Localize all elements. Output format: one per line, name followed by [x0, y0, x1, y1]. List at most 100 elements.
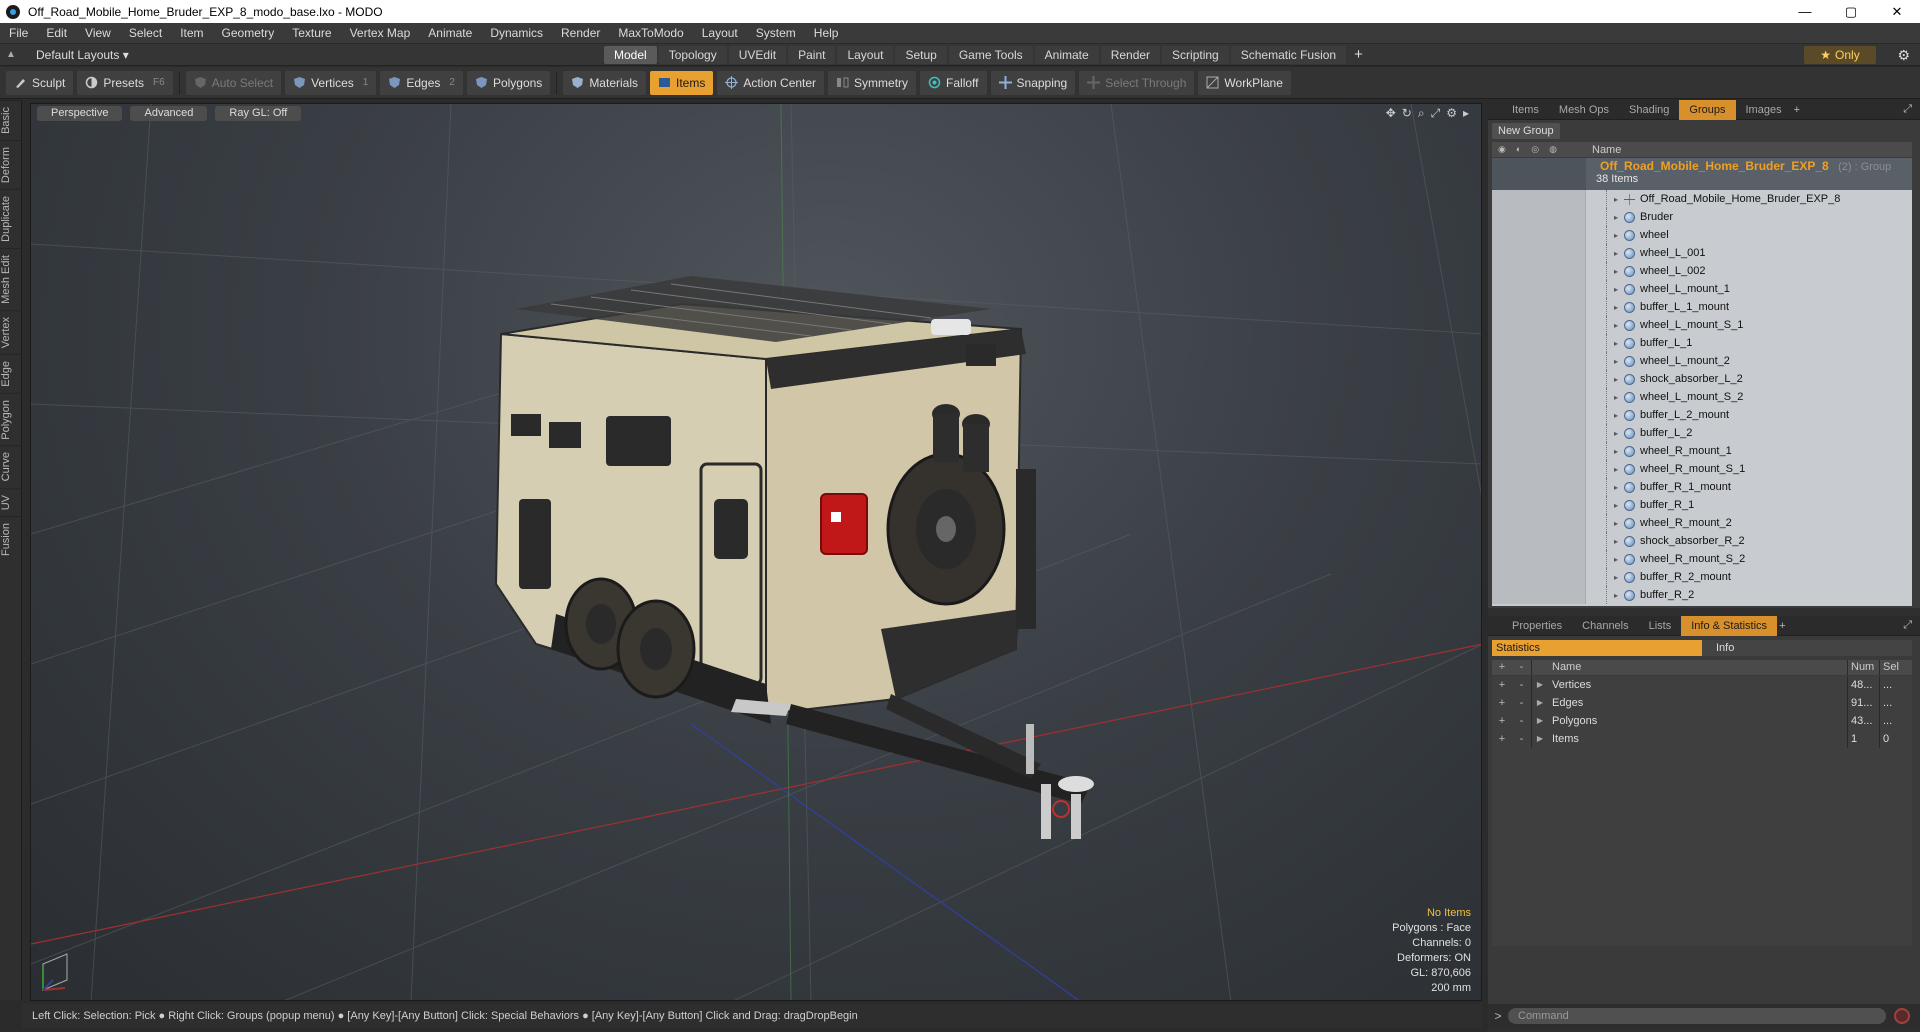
render-icon[interactable]: ◍	[1549, 144, 1557, 155]
menu-item[interactable]: Item	[171, 26, 212, 40]
tab-mesh-ops[interactable]: Mesh Ops	[1549, 100, 1619, 120]
remove-icon[interactable]: -	[1512, 694, 1532, 712]
edges-button[interactable]: Edges 2	[380, 70, 463, 95]
left-tab-polygon[interactable]: Polygon	[0, 392, 22, 446]
tree-item[interactable]: ▸ wheel_L_mount_S_1	[1492, 316, 1912, 334]
tree-item[interactable]: ▸ wheel_R_mount_2	[1492, 514, 1912, 532]
item-visibility-cells[interactable]	[1492, 550, 1586, 568]
add-icon[interactable]: +	[1492, 694, 1512, 712]
record-macro-icon[interactable]	[1894, 1008, 1910, 1024]
materials-button[interactable]: Materials	[563, 70, 646, 95]
pan-icon[interactable]: ✥	[1386, 106, 1396, 121]
tree-item[interactable]: ▸ buffer_R_1_mount	[1492, 478, 1912, 496]
viewport-menu-arrow-icon[interactable]: ▸	[1463, 106, 1469, 121]
stats-row[interactable]: + - ▶ Edges 91... ...	[1492, 694, 1912, 712]
maximize-panel-icon[interactable]: ⤢	[1903, 619, 1912, 632]
raygl-toggle[interactable]: Ray GL: Off	[215, 106, 302, 121]
tab-properties[interactable]: Properties	[1502, 616, 1572, 636]
tab-channels[interactable]: Channels	[1572, 616, 1638, 636]
3d-viewport[interactable]: Perspective Advanced Ray GL: Off ✥ ↻ ⌕ ⤢…	[30, 103, 1482, 1001]
item-visibility-cells[interactable]	[1492, 334, 1586, 352]
menu-edit[interactable]: Edit	[37, 26, 76, 40]
add-icon[interactable]: +	[1492, 676, 1512, 694]
left-tab-mesh-edit[interactable]: Mesh Edit	[0, 247, 22, 310]
menu-maxtomodo[interactable]: MaxToModo	[609, 26, 692, 40]
rotate-icon[interactable]: ↻	[1402, 106, 1412, 121]
item-visibility-cells[interactable]	[1492, 316, 1586, 334]
tree-item[interactable]: ▸ buffer_R_2_mount	[1492, 568, 1912, 586]
minimize-button[interactable]: —	[1782, 0, 1828, 23]
tree-item[interactable]: ▸ shock_absorber_L_2	[1492, 370, 1912, 388]
tree-item[interactable]: ▸ buffer_R_1	[1492, 496, 1912, 514]
expand-arrow-icon[interactable]: ▶	[1532, 676, 1548, 694]
item-visibility-cells[interactable]	[1492, 298, 1586, 316]
maximize-button[interactable]: ▢	[1828, 0, 1874, 23]
add-panel-tab-button[interactable]: +	[1779, 620, 1785, 632]
menu-dynamics[interactable]: Dynamics	[481, 26, 552, 40]
action-center-button[interactable]: Action Center	[717, 70, 825, 95]
fit-icon[interactable]: ⤢	[1431, 106, 1441, 121]
menu-system[interactable]: System	[747, 26, 805, 40]
menu-layout[interactable]: Layout	[693, 26, 747, 40]
tab-layout[interactable]: Layout	[837, 46, 894, 64]
tab-uvedit[interactable]: UVEdit	[728, 46, 787, 64]
auto-select-button[interactable]: Auto Select	[185, 70, 282, 95]
sculpt-button[interactable]: Sculpt	[6, 70, 74, 95]
tree-item[interactable]: ▸ buffer_R_2	[1492, 586, 1912, 604]
item-visibility-cells[interactable]	[1492, 406, 1586, 424]
left-tab-edge[interactable]: Edge	[0, 353, 22, 393]
tab-render[interactable]: Render	[1100, 46, 1161, 64]
snapping-button[interactable]: Snapping	[990, 70, 1076, 95]
menu-select[interactable]: Select	[120, 26, 171, 40]
add-icon[interactable]: +	[1492, 712, 1512, 730]
item-visibility-cells[interactable]	[1492, 424, 1586, 442]
tree-item[interactable]: ▸ wheel_R_mount_1	[1492, 442, 1912, 460]
item-visibility-cells[interactable]	[1492, 460, 1586, 478]
tab-groups[interactable]: Groups	[1679, 99, 1736, 120]
add-layout-tab-button[interactable]: +	[1354, 46, 1363, 64]
collapse-toggle-icon[interactable]: ▲	[0, 49, 22, 60]
select-through-button[interactable]: Select Through	[1079, 70, 1195, 95]
symmetry-button[interactable]: Symmetry	[828, 70, 917, 95]
viewport-settings-icon[interactable]: ⚙	[1446, 106, 1457, 121]
item-visibility-cells[interactable]	[1492, 226, 1586, 244]
tree-item[interactable]: ▸ buffer_L_1	[1492, 334, 1912, 352]
tree-item[interactable]: ▸ buffer_L_2	[1492, 424, 1912, 442]
items-button[interactable]: Items	[650, 70, 714, 95]
layouts-dropdown[interactable]: Default Layouts ▾	[36, 48, 129, 62]
left-tab-basic[interactable]: Basic	[0, 100, 22, 140]
tab-info-statistics[interactable]: Info & Statistics	[1681, 615, 1778, 636]
tree-item[interactable]: ▸ wheel_L_mount_2	[1492, 352, 1912, 370]
menu-animate[interactable]: Animate	[419, 26, 481, 40]
tree-item[interactable]: ▸ buffer_L_2_mount	[1492, 406, 1912, 424]
select-icon[interactable]: ◎	[1531, 144, 1539, 155]
item-visibility-cells[interactable]	[1492, 532, 1586, 550]
tab-game-tools[interactable]: Game Tools	[948, 46, 1033, 64]
collapse-all-icon[interactable]: -	[1512, 660, 1532, 675]
tab-shading[interactable]: Shading	[1619, 100, 1679, 120]
subtab-info[interactable]: Info	[1702, 640, 1912, 656]
menu-help[interactable]: Help	[805, 26, 848, 40]
tab-items[interactable]: Items	[1502, 100, 1549, 120]
item-visibility-cells[interactable]	[1492, 568, 1586, 586]
remove-icon[interactable]: -	[1512, 676, 1532, 694]
stats-name-header[interactable]: Name	[1548, 660, 1848, 675]
falloff-button[interactable]: Falloff	[920, 70, 987, 95]
new-group-button[interactable]: New Group	[1492, 123, 1560, 139]
tab-animate[interactable]: Animate	[1034, 46, 1099, 64]
zoom-icon[interactable]: ⌕	[1418, 106, 1425, 121]
stats-num-header[interactable]: Num	[1848, 660, 1880, 675]
tab-images[interactable]: Images	[1736, 100, 1792, 120]
item-visibility-cells[interactable]	[1492, 370, 1586, 388]
stats-row[interactable]: + - ▶ Items 1 0	[1492, 730, 1912, 748]
tree-item[interactable]: ▸ Bruder	[1492, 208, 1912, 226]
left-tab-fusion[interactable]: Fusion	[0, 516, 22, 563]
tree-item[interactable]: ▸ wheel_L_001	[1492, 244, 1912, 262]
item-visibility-cells[interactable]	[1492, 442, 1586, 460]
subtab-statistics[interactable]: Statistics	[1492, 640, 1702, 656]
lock-icon[interactable]: ◐	[1516, 144, 1521, 155]
menu-vertex-map[interactable]: Vertex Map	[341, 26, 420, 40]
tree-item[interactable]: ▸ wheel_R_mount_S_1	[1492, 460, 1912, 478]
tree-item[interactable]: ▸ wheel	[1492, 226, 1912, 244]
tree-item[interactable]: ▸ wheel_L_mount_S_2	[1492, 388, 1912, 406]
